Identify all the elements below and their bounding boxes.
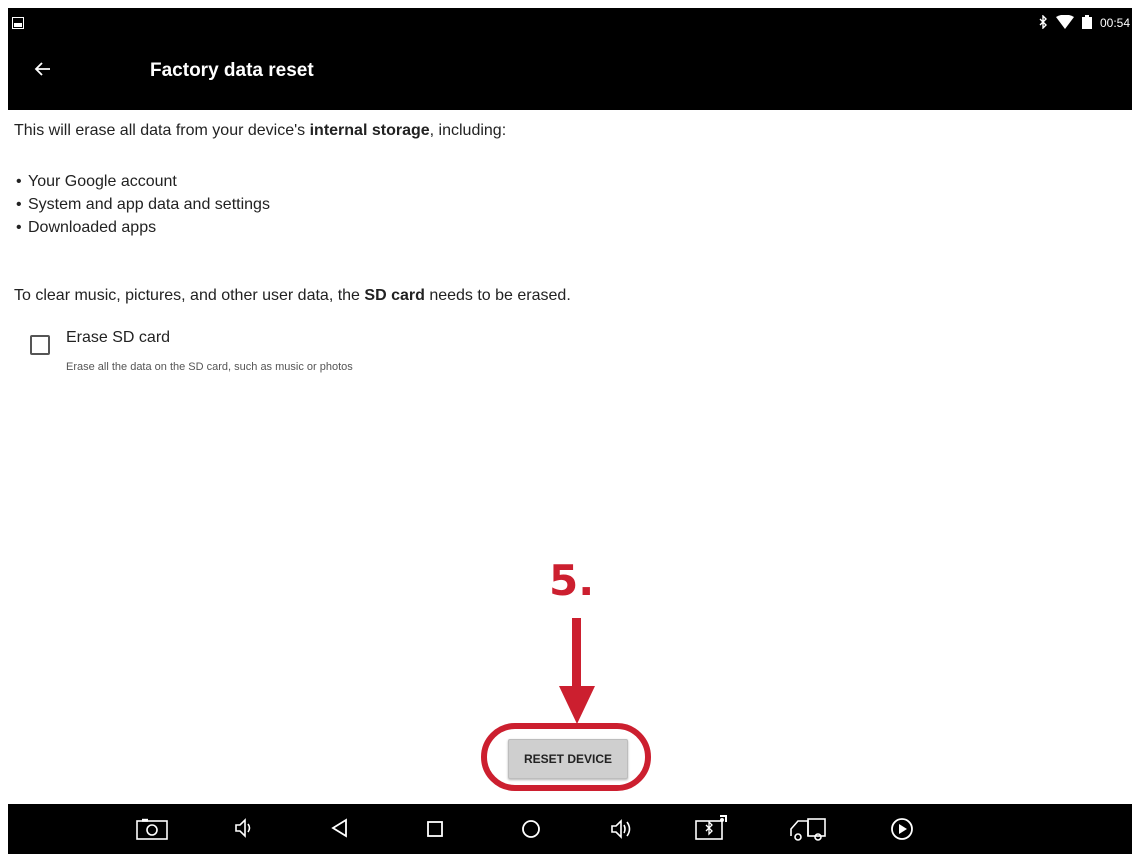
reset-device-button[interactable]: RESET DEVICE xyxy=(508,739,628,779)
status-right: 00:54 xyxy=(1038,13,1130,32)
screen: 00:54 Factory data reset This will erase… xyxy=(8,8,1132,854)
play-icon[interactable] xyxy=(890,817,914,846)
volume-up-icon[interactable] xyxy=(610,818,636,845)
bluetooth-icon xyxy=(1038,13,1048,32)
sd-bold: SD card xyxy=(364,287,425,304)
camera-icon[interactable] xyxy=(136,818,168,845)
bluetooth-settings-icon[interactable] xyxy=(694,814,728,847)
battery-icon xyxy=(1081,14,1092,32)
erase-sd-checkbox[interactable] xyxy=(30,335,50,355)
list-item: Your Google account xyxy=(16,170,270,193)
intro-text: This will erase all data from your devic… xyxy=(14,122,506,140)
status-bar: 00:54 xyxy=(8,8,1132,38)
screenshot-icon xyxy=(12,16,24,34)
app-bar: Factory data reset xyxy=(8,38,1132,110)
recents-icon[interactable] xyxy=(426,820,444,843)
sd-suffix: needs to be erased. xyxy=(424,287,571,304)
car-icon[interactable] xyxy=(788,816,828,847)
intro-suffix: , including: xyxy=(429,122,507,139)
erase-sd-sublabel: Erase all the data on the SD card, such … xyxy=(66,361,353,373)
home-icon[interactable] xyxy=(521,819,541,844)
nav-bar xyxy=(8,804,1132,854)
list-item: System and app data and settings xyxy=(16,193,270,216)
sd-card-text: To clear music, pictures, and other user… xyxy=(14,287,571,305)
back-arrow-icon[interactable] xyxy=(34,60,52,83)
wifi-icon xyxy=(1055,14,1074,32)
erase-sd-label[interactable]: Erase SD card xyxy=(66,329,170,347)
volume-down-icon[interactable] xyxy=(234,818,254,843)
intro-bold: internal storage xyxy=(309,122,430,139)
intro-prefix: This will erase all data from your devic… xyxy=(14,122,310,139)
list-item: Downloaded apps xyxy=(16,216,270,239)
page-title: Factory data reset xyxy=(150,60,314,81)
annotation-arrow xyxy=(559,618,595,724)
step-label: 5. xyxy=(549,556,595,605)
status-time: 00:54 xyxy=(1099,16,1130,30)
back-icon[interactable] xyxy=(330,818,350,843)
erase-list: Your Google account System and app data … xyxy=(16,170,270,239)
sd-prefix: To clear music, pictures, and other user… xyxy=(14,287,365,304)
